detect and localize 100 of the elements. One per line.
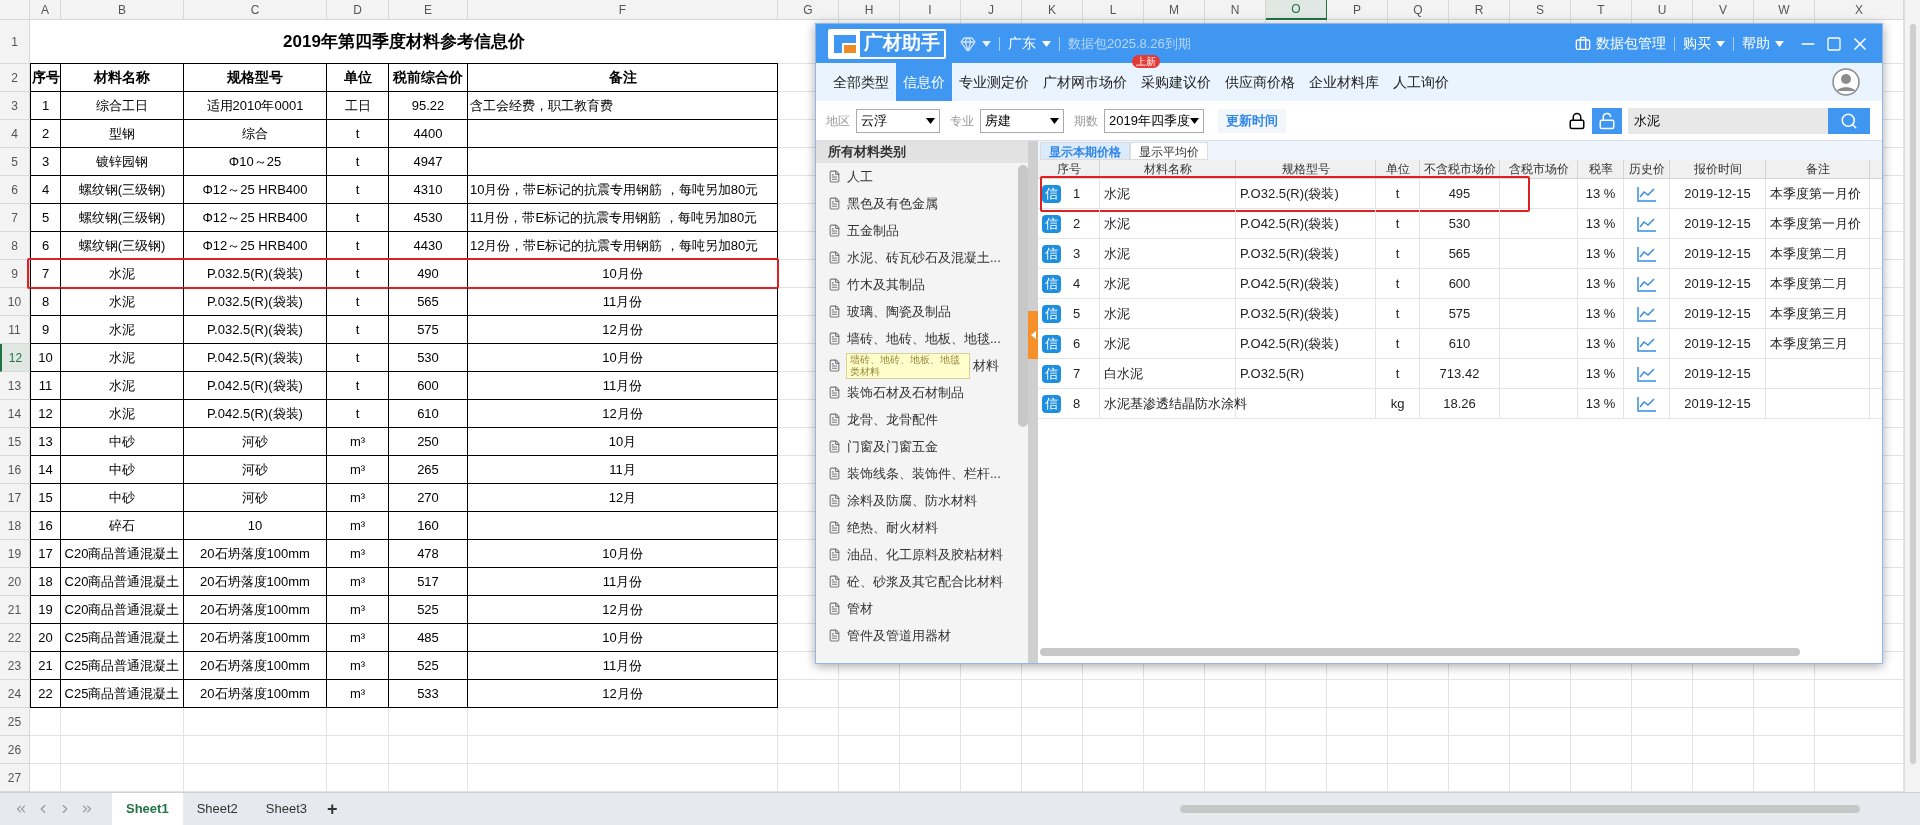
row-number[interactable]: 2	[0, 64, 30, 92]
row-number[interactable]: 4	[0, 120, 30, 148]
horizontal-scrollbar[interactable]	[1180, 805, 1860, 813]
line-chart-icon[interactable]	[1636, 335, 1657, 352]
column-header[interactable]: 含税市场价	[1500, 160, 1578, 178]
column-header[interactable]: 规格型号	[1236, 160, 1376, 178]
line-chart-icon[interactable]	[1636, 365, 1657, 382]
category-item[interactable]: 竹木及其制品	[816, 271, 1018, 298]
row-number[interactable]: 7	[0, 204, 30, 232]
column-letter[interactable]: O	[1266, 0, 1327, 20]
category-item[interactable]: 五金制品	[816, 217, 1018, 244]
row-number[interactable]: 23	[0, 652, 30, 680]
column-letter[interactable]: Q	[1388, 0, 1449, 20]
row-number[interactable]: 8	[0, 232, 30, 260]
horizontal-scrollbar[interactable]	[1040, 648, 1800, 656]
row-number[interactable]: 21	[0, 596, 30, 624]
column-letter[interactable]: T	[1571, 0, 1632, 20]
column-letter[interactable]: F	[468, 0, 778, 20]
column-header[interactable]: 序号	[1038, 160, 1100, 178]
row-number[interactable]: 26	[0, 736, 30, 764]
last-sheet-icon[interactable]	[80, 802, 94, 816]
row-number[interactable]: 24	[0, 680, 30, 708]
category-tab[interactable]: 人工询价	[1386, 63, 1456, 101]
column-letter[interactable]: G	[778, 0, 839, 20]
line-chart-icon[interactable]	[1636, 245, 1657, 262]
column-letter[interactable]: N	[1205, 0, 1266, 20]
filter-dropdown[interactable]: 房建	[980, 108, 1064, 133]
row-number[interactable]: 5	[0, 148, 30, 176]
category-item[interactable]: 人工	[816, 163, 1018, 190]
column-header[interactable]: 单位	[1376, 160, 1420, 178]
view-tab[interactable]: 显示平均价	[1130, 142, 1208, 160]
row-number[interactable]: 20	[0, 568, 30, 596]
maximize-icon[interactable]	[1826, 35, 1842, 52]
row-number[interactable]: 13	[0, 372, 30, 400]
sheet-tab[interactable]: Sheet1	[112, 793, 183, 825]
row-number[interactable]: 12	[0, 344, 30, 372]
column-letter[interactable]: A	[30, 0, 61, 20]
column-letter[interactable]: M	[1144, 0, 1205, 20]
diamond-icon[interactable]	[960, 35, 976, 52]
category-item[interactable]: 装饰石材及石材制品	[816, 379, 1018, 406]
row-number[interactable]: 3	[0, 92, 30, 120]
column-letter[interactable]: J	[961, 0, 1022, 20]
column-letter[interactable]: V	[1693, 0, 1754, 20]
column-letter[interactable]: X	[1815, 0, 1904, 20]
category-tab[interactable]: 企业材料库	[1302, 63, 1386, 101]
avatar-icon[interactable]	[1832, 68, 1860, 96]
column-letter[interactable]: S	[1510, 0, 1571, 20]
line-chart-icon[interactable]	[1636, 395, 1657, 412]
column-letter[interactable]: H	[839, 0, 900, 20]
category-item[interactable]: 门窗及门窗五金	[816, 433, 1018, 460]
column-letter[interactable]: R	[1449, 0, 1510, 20]
column-header[interactable]: 备注	[1766, 160, 1870, 178]
row-number[interactable]: 19	[0, 540, 30, 568]
scrollbar-thumb[interactable]	[1018, 165, 1028, 427]
filter-dropdown[interactable]: 云浮	[856, 108, 940, 133]
category-tab[interactable]: 广材网市场价	[1036, 63, 1134, 101]
column-letter[interactable]: L	[1083, 0, 1144, 20]
line-chart-icon[interactable]	[1636, 185, 1657, 202]
row-number[interactable]: 25	[0, 708, 30, 736]
row-number[interactable]: 27	[0, 764, 30, 792]
add-sheet-button[interactable]: +	[327, 795, 338, 823]
category-item[interactable]: 管材	[816, 595, 1018, 622]
row-number[interactable]: 16	[0, 456, 30, 484]
category-item[interactable]: 管件及管道用器材	[816, 622, 1018, 649]
category-tab[interactable]: 专业测定价	[952, 63, 1036, 101]
category-item[interactable]: 装饰线条、装饰件、栏杆...	[816, 460, 1018, 487]
column-letter[interactable]: U	[1632, 0, 1693, 20]
row-number[interactable]: 17	[0, 484, 30, 512]
lock-icon[interactable]	[1568, 111, 1586, 130]
line-chart-icon[interactable]	[1636, 215, 1657, 232]
column-header[interactable]: 材料名称	[1100, 160, 1236, 178]
filter-dropdown[interactable]: 2019年四季度	[1104, 108, 1204, 133]
column-letter[interactable]: B	[61, 0, 184, 20]
search-field[interactable]: 水泥	[1628, 107, 1828, 134]
collapse-handle[interactable]	[1028, 311, 1038, 359]
column-letter[interactable]: C	[184, 0, 327, 20]
row-number[interactable]: 10	[0, 288, 30, 316]
column-header[interactable]: 税率	[1578, 160, 1624, 178]
category-item[interactable]: 墙砖、地砖、地板、地毯...	[816, 325, 1018, 352]
row-number[interactable]: 18	[0, 512, 30, 540]
category-item[interactable]: 玻璃、陶瓷及制品	[816, 298, 1018, 325]
category-item[interactable]: 龙骨、龙骨配件	[816, 406, 1018, 433]
sheet-tab[interactable]: Sheet3	[251, 793, 322, 825]
column-letter[interactable]: D	[327, 0, 389, 20]
column-letter[interactable]: E	[389, 0, 468, 20]
line-chart-icon[interactable]	[1636, 305, 1657, 322]
row-number[interactable]: 9	[0, 260, 30, 288]
unlock-button[interactable]	[1592, 107, 1622, 134]
category-item[interactable]: 油品、化工原料及胶粘材料	[816, 541, 1018, 568]
sheet-tab[interactable]: Sheet2	[182, 793, 252, 825]
category-item[interactable]: 涂料及防腐、防水材料	[816, 487, 1018, 514]
category-item[interactable]: 黑色及有色金属	[816, 190, 1018, 217]
category-tab[interactable]: 全部类型	[826, 63, 896, 101]
column-header[interactable]: 历史价	[1624, 160, 1670, 178]
row-number[interactable]: 1	[0, 20, 30, 64]
column-letter[interactable]: P	[1327, 0, 1388, 20]
category-tab[interactable]: 供应商价格	[1218, 63, 1302, 101]
row-number[interactable]: 14	[0, 400, 30, 428]
search-button[interactable]	[1828, 107, 1870, 134]
column-header[interactable]: 不含税市场价	[1420, 160, 1500, 178]
